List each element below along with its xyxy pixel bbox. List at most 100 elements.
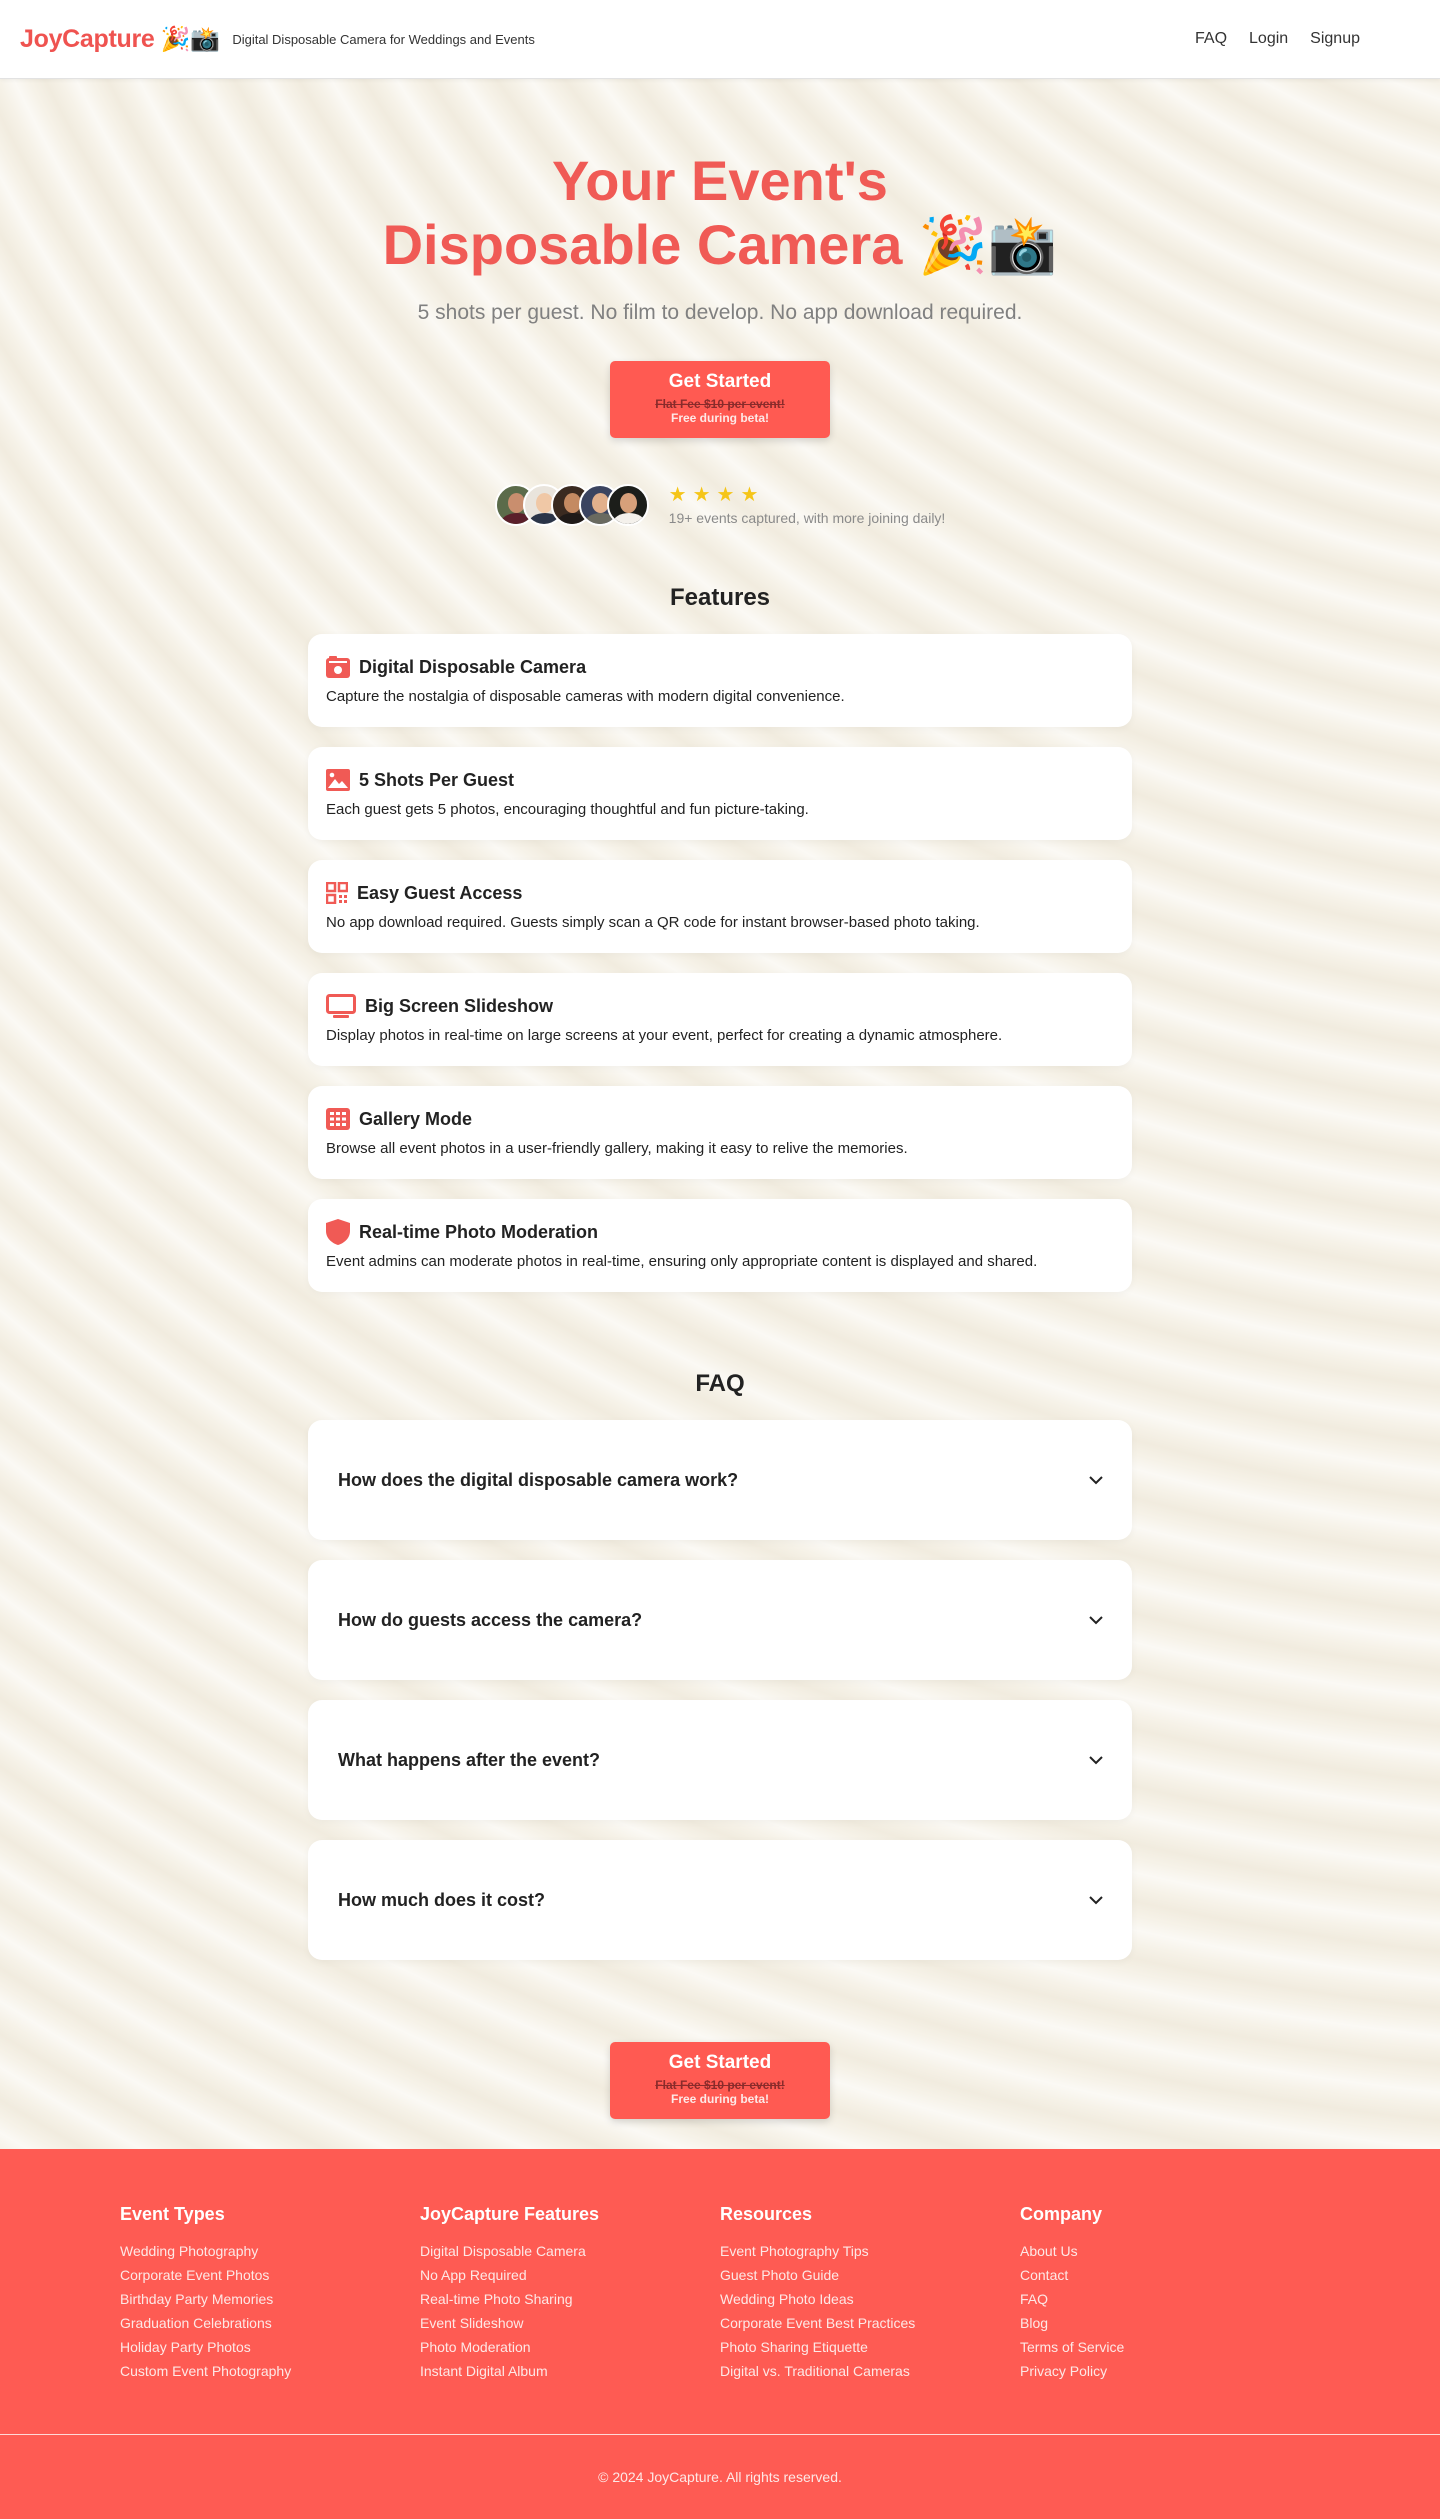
- footer-column-company: Company About Us Contact FAQ Blog Terms …: [1020, 2204, 1320, 2434]
- nav-faq-link[interactable]: FAQ: [1195, 30, 1227, 48]
- copyright: © 2024 JoyCapture. All rights reserved.: [598, 2469, 842, 2485]
- footer-column-resources: Resources Event Photography Tips Guest P…: [720, 2204, 1020, 2434]
- site-footer: Event Types Wedding Photography Corporat…: [0, 2149, 1440, 2519]
- faq-section: FAQ How does the digital disposable came…: [0, 1370, 1440, 1960]
- feature-card: Big Screen Slideshow Display photos in r…: [308, 973, 1132, 1066]
- feature-desc: Capture the nostalgia of disposable came…: [326, 688, 845, 705]
- footer-link[interactable]: Photo Sharing Etiquette: [720, 2335, 1020, 2359]
- footer-link[interactable]: Wedding Photo Ideas: [720, 2287, 1020, 2311]
- faq-question: What happens after the event?: [338, 1749, 601, 1770]
- footer-column-title: Event Types: [120, 2204, 225, 2224]
- bottom-cta-section: Get Started Flat Fee $10 per event! Free…: [0, 1960, 1440, 2149]
- hero-section: Your Event's Disposable Camera 🎉📸 5 shot…: [0, 79, 1440, 526]
- qr-code-icon: [326, 882, 348, 904]
- footer-link[interactable]: Corporate Event Best Practices: [720, 2311, 1020, 2335]
- tagline: Digital Disposable Camera for Weddings a…: [232, 31, 535, 47]
- hero-title: Your Event's Disposable Camera 🎉📸: [0, 149, 1440, 277]
- feature-title: Real-time Photo Moderation: [359, 1221, 599, 1242]
- faq-question: How do guests access the camera?: [338, 1609, 643, 1630]
- footer-link[interactable]: Wedding Photography: [120, 2239, 420, 2263]
- footer-link[interactable]: Contact: [1020, 2263, 1320, 2287]
- feature-desc: Display photos in real-time on large scr…: [326, 1027, 1003, 1044]
- site-header: JoyCapture 🎉📸 Digital Disposable Camera …: [0, 0, 1440, 79]
- footer-link[interactable]: About Us: [1020, 2239, 1320, 2263]
- feature-card: Real-time Photo Moderation Event admins …: [308, 1199, 1132, 1292]
- cta-label: Get Started: [668, 2052, 772, 2073]
- feature-card: Easy Guest Access No app download requir…: [308, 860, 1132, 953]
- feature-title: Digital Disposable Camera: [359, 656, 587, 677]
- feature-desc: No app download required. Guests simply …: [326, 914, 980, 931]
- feature-title: Big Screen Slideshow: [365, 995, 554, 1016]
- faq-item[interactable]: How much does it cost?: [308, 1840, 1132, 1960]
- footer-link[interactable]: Holiday Party Photos: [120, 2335, 420, 2359]
- faq-question: How does the digital disposable camera w…: [338, 1469, 739, 1490]
- faq-item[interactable]: How does the digital disposable camera w…: [308, 1420, 1132, 1540]
- footer-link[interactable]: Custom Event Photography: [120, 2359, 420, 2383]
- proof-text: ★★★★ 19+ events captured, with more join…: [669, 484, 946, 526]
- get-started-button-bottom[interactable]: Get Started Flat Fee $10 per event! Free…: [610, 2042, 830, 2119]
- party-camera-emoji-icon: 🎉📸: [160, 25, 221, 53]
- avatar-group: [494, 484, 649, 526]
- main-content: Your Event's Disposable Camera 🎉📸 5 shot…: [0, 79, 1440, 2149]
- cta-old-price: Flat Fee $10 per event!: [655, 2078, 785, 2092]
- chevron-down-icon: [1089, 1476, 1103, 1485]
- camera-icon: [326, 656, 350, 678]
- footer-link[interactable]: Graduation Celebrations: [120, 2311, 420, 2335]
- footer-columns: Event Types Wedding Photography Corporat…: [0, 2149, 1440, 2434]
- chevron-down-icon: [1089, 1756, 1103, 1765]
- footer-link[interactable]: No App Required: [420, 2263, 720, 2287]
- star-rating-icon: ★★★★: [668, 484, 765, 506]
- faq-question: How much does it cost?: [338, 1889, 546, 1910]
- get-started-button[interactable]: Get Started Flat Fee $10 per event! Free…: [610, 361, 830, 438]
- monitor-icon: [326, 994, 356, 1018]
- main-nav: FAQ Login Signup: [1195, 30, 1360, 48]
- features-title: Features: [669, 584, 771, 611]
- social-proof: ★★★★ 19+ events captured, with more join…: [0, 484, 1440, 526]
- footer-link[interactable]: Corporate Event Photos: [120, 2263, 420, 2287]
- footer-link[interactable]: Privacy Policy: [1020, 2359, 1320, 2383]
- footer-link[interactable]: Real-time Photo Sharing: [420, 2287, 720, 2311]
- feature-card: Digital Disposable Camera Capture the no…: [308, 634, 1132, 727]
- avatar: [606, 484, 649, 526]
- footer-column-title: Company: [1020, 2204, 1103, 2224]
- footer-link[interactable]: Instant Digital Album: [420, 2359, 720, 2383]
- footer-link[interactable]: Birthday Party Memories: [120, 2287, 420, 2311]
- footer-link[interactable]: Digital Disposable Camera: [420, 2239, 720, 2263]
- cta-promo: Free during beta!: [670, 411, 769, 425]
- logo[interactable]: JoyCapture: [20, 25, 155, 54]
- feature-desc: Browse all event photos in a user-friend…: [326, 1140, 908, 1157]
- faq-item[interactable]: How do guests access the camera?: [308, 1560, 1132, 1680]
- feature-desc: Each guest gets 5 photos, encouraging th…: [326, 801, 809, 818]
- feature-desc: Event admins can moderate photos in real…: [326, 1253, 1038, 1270]
- party-camera-emoji-icon: 🎉📸: [917, 213, 1058, 276]
- feature-card: Gallery Mode Browse all event photos in …: [308, 1086, 1132, 1179]
- chevron-down-icon: [1089, 1616, 1103, 1625]
- footer-link[interactable]: Guest Photo Guide: [720, 2263, 1020, 2287]
- footer-link[interactable]: FAQ: [1020, 2287, 1320, 2311]
- nav-login-link[interactable]: Login: [1249, 30, 1288, 48]
- footer-column-title: JoyCapture Features: [420, 2204, 600, 2224]
- nav-signup-link[interactable]: Signup: [1310, 30, 1360, 48]
- proof-caption: 19+ events captured, with more joining d…: [668, 510, 946, 526]
- footer-link[interactable]: Terms of Service: [1020, 2335, 1320, 2359]
- feature-title: 5 Shots Per Guest: [359, 769, 515, 790]
- footer-link[interactable]: Digital vs. Traditional Cameras: [720, 2359, 1020, 2383]
- feature-title: Gallery Mode: [359, 1108, 473, 1129]
- footer-column-features: JoyCapture Features Digital Disposable C…: [420, 2204, 720, 2434]
- footer-link[interactable]: Event Photography Tips: [720, 2239, 1020, 2263]
- hero-title-line2: Disposable Camera: [382, 213, 903, 276]
- faq-item[interactable]: What happens after the event?: [308, 1700, 1132, 1820]
- footer-link[interactable]: Blog: [1020, 2311, 1320, 2335]
- cta-label: Get Started: [668, 371, 772, 392]
- hero-title-line1: Your Event's: [552, 149, 888, 212]
- feature-card: 5 Shots Per Guest Each guest gets 5 phot…: [308, 747, 1132, 840]
- features-list: Digital Disposable Camera Capture the no…: [308, 634, 1132, 1292]
- footer-link[interactable]: Event Slideshow: [420, 2311, 720, 2335]
- footer-column-event-types: Event Types Wedding Photography Corporat…: [120, 2204, 420, 2434]
- faq-list: How does the digital disposable camera w…: [308, 1420, 1132, 1960]
- cta-promo: Free during beta!: [670, 2092, 769, 2106]
- grid-icon: [326, 1108, 350, 1130]
- footer-column-title: Resources: [720, 2204, 813, 2224]
- footer-link[interactable]: Photo Moderation: [420, 2335, 720, 2359]
- feature-title: Easy Guest Access: [357, 882, 523, 903]
